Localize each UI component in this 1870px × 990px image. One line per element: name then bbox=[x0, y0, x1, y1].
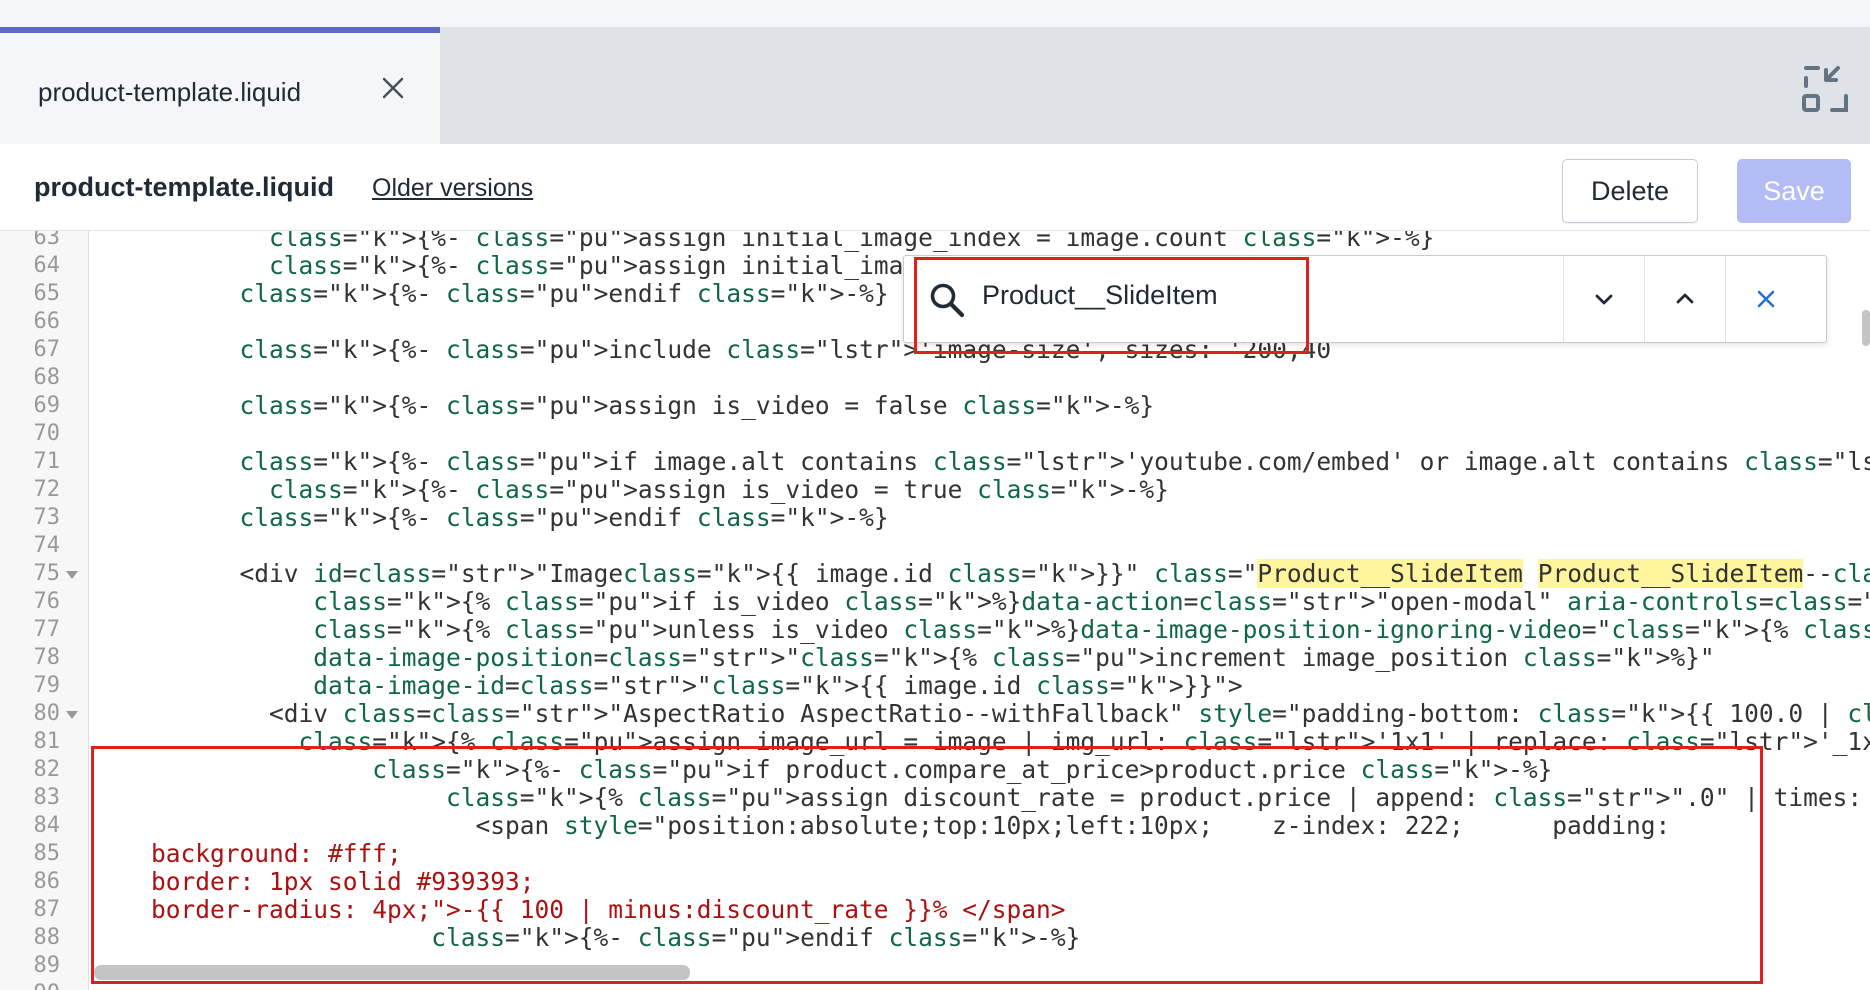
tab-title: product-template.liquid bbox=[38, 77, 302, 107]
collapse-fullscreen-icon[interactable] bbox=[1802, 64, 1850, 114]
line-number: 89 bbox=[33, 953, 61, 978]
line-number: 69 bbox=[33, 393, 61, 418]
code-line[interactable]: data-image-id=class="str">"class="k">{{ … bbox=[92, 672, 1242, 700]
code-line[interactable]: class="k">{% class="pu">unless is_video … bbox=[92, 616, 1870, 644]
older-versions-link[interactable]: Older versions bbox=[372, 174, 533, 203]
line-number: 84 bbox=[33, 813, 61, 838]
code-line[interactable]: class="k">{%- class="pu">endif class="k"… bbox=[92, 280, 889, 308]
line-number: 70 bbox=[33, 421, 61, 446]
search-input[interactable]: Product__SlideItem bbox=[982, 280, 1218, 311]
line-number: 88 bbox=[33, 925, 61, 950]
chevron-down-icon bbox=[1595, 294, 1613, 305]
code-line[interactable]: border-radius: 4px;">-{{ 100 | minus:dis… bbox=[92, 896, 1066, 924]
code-line[interactable]: class="k">{%- class="pu">assign is_video… bbox=[92, 476, 1169, 504]
line-number: 64 bbox=[33, 253, 61, 278]
line-number: 79 bbox=[33, 673, 61, 698]
chevron-up-icon bbox=[1676, 293, 1694, 304]
line-number: 85 bbox=[33, 841, 61, 866]
line-number: 86 bbox=[33, 869, 61, 894]
browser-top-strip bbox=[0, 0, 1870, 27]
line-number: 90 bbox=[0, 980, 61, 990]
code-editor[interactable]: 63 64 65 66 67 68 69 70 71 72 73 74 75 76 77 78 79 80 81 82… bbox=[0, 231, 1870, 990]
code-line[interactable]: <div class=class="str">"AspectRatio Aspe… bbox=[92, 700, 1870, 728]
close-icon bbox=[1757, 290, 1775, 308]
line-number: 77 bbox=[33, 617, 61, 642]
file-header: product-template.liquid Older versions D… bbox=[0, 144, 1870, 231]
line-number: 87 bbox=[33, 897, 61, 922]
line-number: 76 bbox=[33, 589, 61, 614]
line-number: 82 bbox=[33, 757, 61, 782]
code-line[interactable]: data-image-position=class="str">"class="… bbox=[92, 644, 1714, 672]
tab-bar: product-template.liquid bbox=[0, 27, 1870, 144]
line-number: 68 bbox=[33, 365, 61, 390]
code-line[interactable]: <div id=class="str">"Imageclass="k">{{ i… bbox=[92, 559, 1870, 588]
vertical-scrollbar[interactable] bbox=[1862, 310, 1870, 346]
code-line[interactable]: class="k">{%- class="pu">if product.comp… bbox=[92, 756, 1552, 784]
tab-product-template[interactable]: product-template.liquid bbox=[0, 27, 440, 144]
line-number: 80 bbox=[33, 701, 61, 726]
code-line[interactable]: class="k">{% class="pu">assign image_url… bbox=[92, 728, 1870, 756]
code-line[interactable]: class="k">{%- class="pu">assign initial_… bbox=[92, 231, 1434, 252]
line-number: 74 bbox=[33, 533, 61, 558]
fold-arrow-icon[interactable] bbox=[66, 711, 78, 719]
save-button[interactable]: Save bbox=[1737, 159, 1851, 223]
fold-arrow-icon[interactable] bbox=[66, 571, 78, 579]
line-number: 78 bbox=[33, 645, 61, 670]
line-number: 75 bbox=[33, 561, 61, 586]
line-number: 72 bbox=[33, 477, 61, 502]
code-area[interactable]: class="k">{%- class="pu">assign initial_… bbox=[92, 231, 1870, 990]
code-line[interactable]: class="k">{% class="pu">if is_video clas… bbox=[92, 588, 1870, 616]
code-line[interactable]: class="k">{%- class="pu">assign is_video… bbox=[92, 392, 1155, 420]
line-number: 63 bbox=[33, 231, 61, 250]
line-number: 66 bbox=[33, 309, 61, 334]
code-line[interactable]: border: 1px solid #939393; bbox=[92, 868, 535, 896]
code-line[interactable]: class="k">{%- class="pu">endif class="k"… bbox=[92, 924, 1080, 952]
line-number: 71 bbox=[33, 449, 61, 474]
previous-match-button[interactable] bbox=[1645, 256, 1725, 342]
code-line[interactable]: class="k">{%- class="pu">endif class="k"… bbox=[92, 504, 889, 532]
code-line[interactable]: class="k">{% class="pu">assign discount_… bbox=[92, 784, 1870, 812]
line-number: 81 bbox=[33, 729, 61, 754]
horizontal-scrollbar[interactable] bbox=[94, 965, 690, 980]
search-panel: Product__SlideItem bbox=[903, 255, 1827, 343]
line-number-gutter: 63 64 65 66 67 68 69 70 71 72 73 74 75 76 77 78 79 80 81 82… bbox=[0, 231, 89, 990]
file-title: product-template.liquid bbox=[34, 172, 334, 202]
code-line[interactable]: class="k">{%- class="pu">if image.alt co… bbox=[92, 448, 1870, 476]
code-line[interactable]: background: #fff; bbox=[92, 840, 402, 868]
close-search-button[interactable] bbox=[1726, 256, 1806, 342]
line-number: 83 bbox=[33, 785, 61, 810]
next-match-button[interactable] bbox=[1564, 256, 1644, 342]
line-number: 65 bbox=[33, 281, 61, 306]
code-line[interactable]: <span style="position:absolute;top:10px;… bbox=[92, 812, 1671, 840]
line-number: 67 bbox=[33, 337, 61, 362]
search-icon bbox=[930, 283, 965, 318]
delete-button[interactable]: Delete bbox=[1562, 159, 1698, 223]
line-number: 73 bbox=[33, 505, 61, 530]
close-icon[interactable] bbox=[378, 73, 408, 103]
